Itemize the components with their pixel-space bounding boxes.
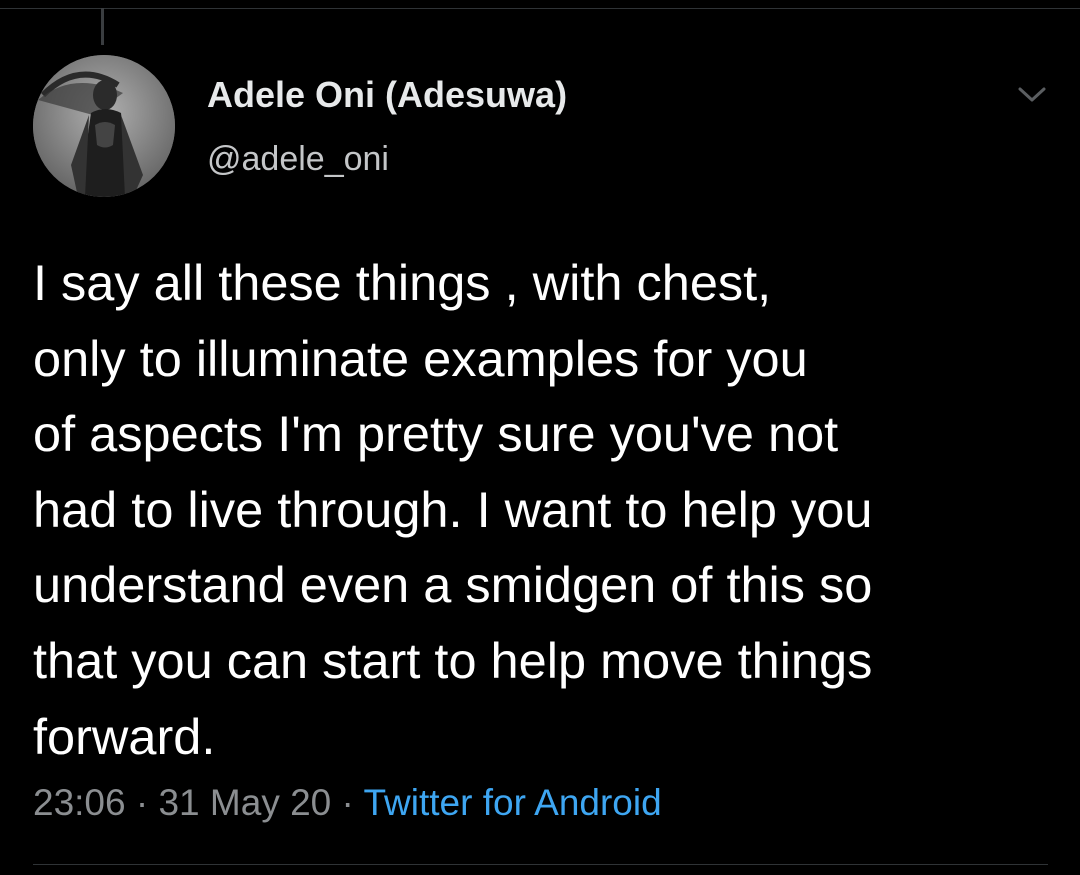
tweet-text: I say all these things , with chest, onl… (33, 245, 1063, 774)
tweet-text-line: had to live through. I want to help you (33, 480, 873, 538)
author-handle[interactable]: @adele_oni (207, 140, 389, 179)
bottom-divider (33, 864, 1048, 865)
chevron-down-icon[interactable] (1014, 80, 1050, 108)
meta-separator: · (135, 782, 149, 823)
tweet-time[interactable]: 23:06 (33, 782, 126, 823)
tweet-text-line: forward. (33, 707, 216, 765)
thread-connector-line (101, 8, 104, 45)
tweet-meta: 23:06 · 31 May 20 · Twitter for Android (33, 782, 662, 824)
author-display-name[interactable]: Adele Oni (Adesuwa) (207, 74, 567, 116)
tweet-text-line: only to illuminate examples for you (33, 329, 808, 387)
tweet-text-line: of aspects I'm pretty sure you've not (33, 405, 839, 463)
tweet-text-line: I say all these things , with chest, (33, 254, 772, 311)
tweet-date[interactable]: 31 May 20 (158, 782, 331, 823)
top-divider (0, 8, 1080, 9)
tweet-source-link[interactable]: Twitter for Android (364, 782, 662, 823)
profile-photo-icon (33, 55, 175, 197)
tweet-text-line: that you can start to help move things (33, 631, 873, 689)
meta-separator: · (341, 782, 354, 823)
avatar[interactable] (33, 55, 175, 197)
tweet-text-line: understand even a smidgen of this so (33, 556, 873, 614)
